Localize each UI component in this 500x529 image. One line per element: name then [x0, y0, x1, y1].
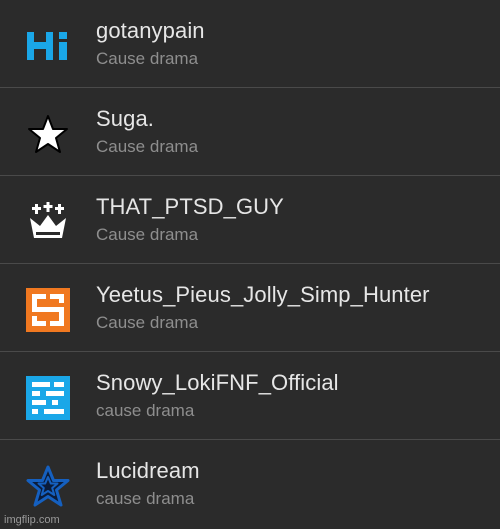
member-subtitle: Cause drama: [96, 49, 199, 68]
hi-logo-icon: [24, 22, 72, 70]
member-subtitle: Cause drama: [96, 225, 199, 244]
watermark: imgflip.com: [4, 514, 60, 526]
list-item[interactable]: Yeetus_Pieus_Jolly_Simp_Hunter Cause dra…: [0, 264, 500, 352]
list-item[interactable]: gotanypain Cause drama: [0, 0, 500, 88]
member-name: Snowy_LokiFNF_Official: [96, 370, 339, 395]
member-subtitle: Cause drama: [96, 313, 199, 332]
list-item[interactable]: Suga. Cause drama: [0, 88, 500, 176]
star-outline-icon: [24, 462, 72, 510]
member-name: THAT_PTSD_GUY: [96, 194, 284, 219]
member-subtitle: cause drama: [96, 401, 195, 420]
list-item[interactable]: THAT_PTSD_GUY Cause drama: [0, 176, 500, 264]
member-subtitle: Cause drama: [96, 137, 199, 156]
member-list: gotanypain Cause drama Suga. Cause drama: [0, 0, 500, 529]
member-subtitle: cause drama: [96, 489, 195, 508]
list-item[interactable]: Snowy_LokiFNF_Official cause drama: [0, 352, 500, 440]
pixel-block-icon: [24, 374, 72, 422]
crown-icon: [24, 198, 72, 246]
swirl-glyph-icon: [24, 286, 72, 334]
member-name: gotanypain: [96, 18, 205, 43]
list-item[interactable]: Lucidream cause drama: [0, 440, 500, 529]
member-name: Yeetus_Pieus_Jolly_Simp_Hunter: [96, 282, 430, 307]
member-name: Lucidream: [96, 458, 200, 483]
member-name: Suga.: [96, 106, 154, 131]
star-icon: [24, 110, 72, 158]
